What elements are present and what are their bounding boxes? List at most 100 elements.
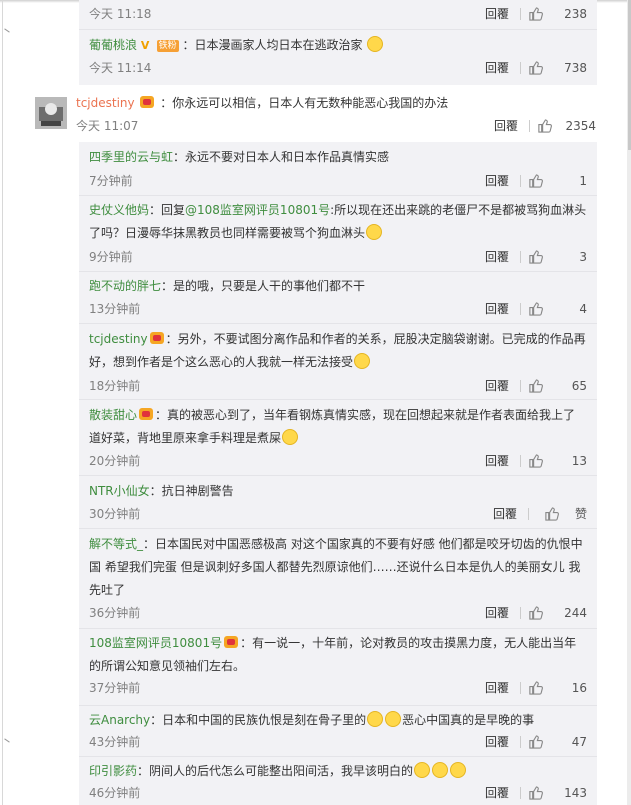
reply-button[interactable]: 回覆	[485, 731, 509, 753]
reply-button[interactable]: 回覆	[485, 3, 509, 25]
username-link[interactable]: 云Anarchy	[89, 713, 150, 727]
list-item: 史仗义他妈：回复@108监室网评员10801号:所以现在还出来跳的老僵尸不是都被…	[89, 199, 587, 264]
reply-button[interactable]: 回覆	[494, 115, 518, 137]
username-link[interactable]: 印引影药	[89, 764, 137, 778]
list-item: 四季里的云与虹：永远不要对日本人和日本作品真情实感 7分钟前 回覆 1	[89, 146, 587, 188]
list-item: 108监室网评员10801号 ：有一说一，十年前，论对教员的攻击摸黑力度，无人能出…	[89, 632, 587, 695]
avatar[interactable]	[35, 97, 67, 129]
thumbs-up-icon[interactable]	[528, 680, 543, 695]
shocked-emoji-icon	[282, 429, 299, 445]
reply-time: 9分钟前	[89, 250, 133, 264]
like-count: 2354	[565, 119, 596, 133]
thumbs-up-icon[interactable]	[528, 249, 543, 264]
thumbs-up-icon[interactable]	[528, 6, 543, 21]
reply-button[interactable]: 回覆	[485, 170, 509, 192]
thumbs-up-icon[interactable]	[528, 173, 543, 188]
member-badge-icon	[140, 96, 155, 108]
reply-meta: 今天 11:18 回覆 238	[89, 3, 587, 25]
username-link[interactable]: 葡葡桃浪	[89, 38, 137, 52]
reply-text-continued: 恶心中国真的是早晚的事	[402, 713, 535, 727]
vip-icon: V	[140, 39, 150, 52]
reply-text: ：抗日神剧警告	[149, 484, 234, 498]
reply-button[interactable]: 回覆	[485, 602, 509, 624]
list-item: NTR小仙女：抗日神剧警告 30分钟前 回覆 赞	[89, 480, 587, 521]
like-count: 238	[564, 7, 587, 21]
smile-emoji-icon	[385, 711, 402, 727]
separator	[79, 756, 597, 757]
reply-button[interactable]: 回覆	[485, 246, 509, 268]
like-count: 65	[571, 379, 587, 393]
left-edge-line	[2, 0, 3, 805]
reply-content: 跑不动的胖七：是的哦，只要是人干的事他们都不干	[89, 275, 587, 298]
list-item: 散装甜心 ：真的被恶心到了，当年看钢炼真情实感，现在回想起来就是作者表面给我上了道…	[89, 404, 587, 468]
reply-content: 108监室网评员10801号 ：有一说一，十年前，论对教员的攻击摸黑力度，无人能出…	[89, 632, 587, 678]
separator	[79, 705, 597, 706]
divider	[520, 251, 521, 263]
like-count: 143	[564, 786, 587, 800]
reply-meta: 43分钟前 回覆 47	[89, 731, 587, 753]
thumbs-up-icon[interactable]	[528, 453, 543, 468]
smile-emoji-icon	[367, 711, 384, 727]
reply-meta: 7分钟前 回覆 1	[89, 170, 587, 192]
comment-content: tcjdestiny ：你永远可以相信，日本人有无数种能恶心我国的办法	[76, 92, 596, 115]
like-count: 738	[564, 61, 587, 75]
reply-text: ：真的被恶心到了，当年看钢炼真情实感，现在回想起来就是作者表面给我上了道好菜，背…	[89, 408, 576, 445]
mention-link[interactable]: @108监室网评员10801号	[185, 203, 330, 217]
thumbs-up-icon[interactable]	[528, 60, 543, 75]
member-badge-icon	[149, 332, 164, 344]
main-comment: tcjdestiny ：你永远可以相信，日本人有无数种能恶心我国的办法 今天 1…	[76, 92, 596, 133]
thumbs-up-icon[interactable]	[528, 734, 543, 749]
username-link[interactable]: 108监室网评员10801号	[89, 636, 222, 650]
reply-button[interactable]: 回覆	[485, 375, 509, 397]
avatar-image-icon	[35, 97, 67, 129]
username-link[interactable]: 解不等式_	[89, 537, 143, 551]
username-link[interactable]: 散装甜心	[89, 408, 137, 422]
thumbs-up-icon[interactable]	[528, 301, 543, 316]
comment-meta: 今天 11:07 回覆 2354	[76, 115, 596, 137]
username-link[interactable]: NTR小仙女	[89, 484, 150, 498]
list-item: 跑不动的胖七：是的哦，只要是人干的事他们都不干 13分钟前 回覆 4	[89, 275, 587, 316]
nested-replies: 四季里的云与虹：永远不要对日本人和日本作品真情实感 7分钟前 回覆 1 史仗义他…	[79, 142, 597, 805]
list-item: 解不等式_：日本国民对中国恶感极高 对这个国家真的不要有好感 他们都是咬牙切齿的…	[89, 533, 587, 620]
reply-time: 7分钟前	[89, 174, 133, 188]
reply-time: 36分钟前	[89, 606, 141, 620]
reply-content: 葡葡桃浪 V 铁粉 ：日本漫画家人均日本在逃政治家	[89, 34, 587, 57]
nested-replies-upper: 今天 11:18 回覆 238 葡葡桃浪 V 铁粉 ：日本漫画家人均日本在逃政治…	[79, 0, 597, 85]
divider	[520, 607, 521, 619]
divider	[520, 175, 521, 187]
separator	[79, 323, 597, 324]
comment-text: ：你永远可以相信，日本人有无数种能恶心我国的办法	[160, 96, 449, 110]
like-count: 244	[564, 606, 587, 620]
clap-emoji-icon	[354, 353, 371, 369]
reply-button[interactable]: 回覆	[485, 57, 509, 79]
username-link[interactable]: 四季里的云与虹	[89, 150, 173, 164]
reply-time: 46分钟前	[89, 786, 141, 800]
reply-meta: 36分钟前 回覆 244	[89, 602, 587, 624]
reply-button[interactable]: 回覆	[485, 450, 509, 472]
reply-text: ：日本和中国的民族仇恨是刻在骨子里的	[150, 713, 367, 727]
username-link[interactable]: tcjdestiny	[76, 96, 135, 110]
thumbs-up-icon[interactable]	[528, 605, 543, 620]
reply-meta: 20分钟前 回覆 13	[89, 450, 587, 472]
thumbs-up-icon[interactable]	[528, 785, 543, 800]
reply-button[interactable]: 回覆	[493, 503, 517, 525]
reply-button[interactable]: 回覆	[485, 677, 509, 699]
username-link[interactable]: 跑不动的胖七	[89, 279, 161, 293]
reply-button[interactable]: 回覆	[485, 782, 509, 804]
thumbs-up-icon[interactable]	[544, 506, 559, 521]
thumbs-up-icon[interactable]	[528, 378, 543, 393]
crying-emoji-icon	[367, 36, 384, 52]
reply-button[interactable]: 回覆	[485, 298, 509, 320]
separator	[79, 399, 597, 400]
reply-meta: 30分钟前 回覆 赞	[89, 503, 587, 525]
member-badge-icon	[139, 408, 154, 420]
reply-meta: 18分钟前 回覆 65	[89, 375, 587, 397]
thumbs-up-icon[interactable]	[537, 118, 552, 133]
reply-meta: 今天 11:14 回覆 738	[89, 57, 587, 79]
reply-time: 13分钟前	[89, 302, 141, 316]
username-link[interactable]: tcjdestiny	[89, 332, 148, 346]
divider	[520, 736, 521, 748]
reply-text: ：日本国民对中国恶感极高 对这个国家真的不要有好感 他们都是咬牙切齿的仇恨中国 …	[89, 537, 583, 597]
username-link[interactable]: 史仗义他妈	[89, 203, 149, 217]
smile-emoji-icon	[366, 224, 383, 240]
